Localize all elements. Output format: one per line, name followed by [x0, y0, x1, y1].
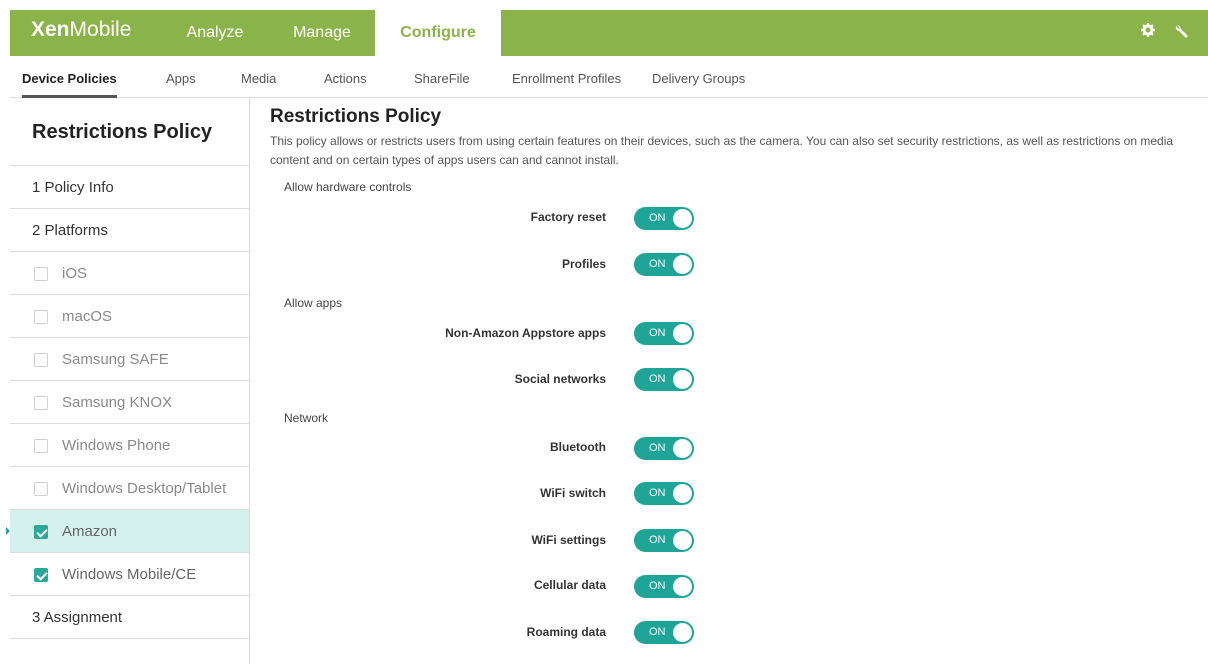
- checkbox[interactable]: [34, 267, 48, 281]
- toggle-bluetooth[interactable]: ON: [634, 437, 694, 460]
- gear-icon[interactable]: [1138, 23, 1158, 43]
- platform-windows-desktop-tablet[interactable]: Windows Desktop/Tablet: [10, 467, 249, 510]
- platform-ios[interactable]: iOS: [10, 252, 249, 295]
- top-bar: XenMobile Analyze Manage Configure: [0, 0, 1208, 60]
- checkbox-checked[interactable]: [34, 525, 48, 539]
- nav-tab-analyze[interactable]: Analyze: [160, 10, 270, 56]
- subtab-enrollment-profiles[interactable]: Enrollment Profiles: [512, 60, 621, 98]
- toggle-roaming-data[interactable]: ON: [634, 621, 694, 644]
- label-roaming-data: Roaming data: [526, 625, 606, 639]
- label-factory-reset: Factory reset: [530, 210, 606, 224]
- toggle-knob: [673, 324, 692, 343]
- platform-amazon[interactable]: Amazon: [6, 510, 249, 553]
- toggle-knob: [673, 531, 692, 550]
- xenmobile-logo[interactable]: XenMobile: [31, 18, 131, 42]
- toggle-knob: [673, 255, 692, 274]
- platform-macos[interactable]: macOS: [10, 295, 249, 338]
- toggle-wifi-switch[interactable]: ON: [634, 482, 694, 505]
- checkbox[interactable]: [34, 310, 48, 324]
- toggle-knob: [673, 209, 692, 228]
- toggle-knob: [673, 439, 692, 458]
- sidebar-title: Restrictions Policy: [10, 98, 249, 166]
- checkbox[interactable]: [34, 482, 48, 496]
- platform-samsung-safe[interactable]: Samsung SAFE: [10, 338, 249, 381]
- nav-tab-manage[interactable]: Manage: [272, 10, 372, 56]
- subtab-sharefile[interactable]: ShareFile: [414, 60, 470, 98]
- subtab-apps[interactable]: Apps: [166, 60, 196, 98]
- sub-nav: Device Policies Apps Media Actions Share…: [10, 60, 1208, 98]
- section-network: Network: [284, 411, 329, 425]
- checkbox[interactable]: [34, 396, 48, 410]
- top-nav: XenMobile Analyze Manage Configure: [10, 10, 1208, 56]
- label-non-amazon-appstore-apps: Non-Amazon Appstore apps: [445, 326, 606, 340]
- nav-tab-configure[interactable]: Configure: [375, 10, 501, 56]
- checkbox[interactable]: [34, 439, 48, 453]
- section-allow-apps: Allow apps: [284, 296, 343, 310]
- checkbox[interactable]: [34, 353, 48, 367]
- main-content: Restrictions Policy This policy allows o…: [270, 106, 1208, 170]
- section-allow-hardware-controls: Allow hardware controls: [284, 180, 412, 194]
- wrench-icon[interactable]: [1172, 23, 1192, 43]
- policy-description: This policy allows or restricts users fr…: [270, 134, 1174, 167]
- subtab-device-policies[interactable]: Device Policies: [22, 60, 117, 98]
- toggle-factory-reset[interactable]: ON: [634, 207, 694, 230]
- page-title: Restrictions Policy: [270, 106, 442, 127]
- label-wifi-switch: WiFi switch: [540, 486, 606, 500]
- toggle-social-networks[interactable]: ON: [634, 368, 694, 391]
- label-social-networks: Social networks: [514, 372, 606, 386]
- toggle-knob: [673, 577, 692, 596]
- step-assignment[interactable]: 3 Assignment: [10, 596, 249, 639]
- label-profiles: Profiles: [561, 257, 606, 271]
- checkbox-checked[interactable]: [34, 568, 48, 582]
- toggle-cellular-data[interactable]: ON: [634, 575, 694, 598]
- subtab-delivery-groups[interactable]: Delivery Groups: [652, 60, 745, 98]
- label-cellular-data: Cellular data: [533, 578, 606, 592]
- subtab-media[interactable]: Media: [241, 60, 276, 98]
- platform-windows-mobile-ce[interactable]: Windows Mobile/CE: [10, 553, 249, 596]
- selected-indicator: [6, 527, 10, 535]
- toggle-knob: [673, 370, 692, 389]
- toggle-non-amazon-appstore-apps[interactable]: ON: [634, 322, 694, 345]
- toggle-knob: [673, 484, 692, 503]
- label-wifi-settings: WiFi settings: [531, 533, 606, 547]
- toggle-wifi-settings[interactable]: ON: [634, 529, 694, 552]
- step-platforms[interactable]: 2 Platforms: [10, 209, 249, 252]
- toggle-knob: [673, 623, 692, 642]
- label-bluetooth: Bluetooth: [550, 440, 606, 454]
- subtab-actions[interactable]: Actions: [324, 60, 367, 98]
- toggle-profiles[interactable]: ON: [634, 253, 694, 276]
- wizard-sidebar: Restrictions Policy 1 Policy Info 2 Plat…: [6, 98, 250, 664]
- platform-samsung-knox[interactable]: Samsung KNOX: [10, 381, 249, 424]
- step-policy-info[interactable]: 1 Policy Info: [10, 166, 249, 209]
- platform-windows-phone[interactable]: Windows Phone: [10, 424, 249, 467]
